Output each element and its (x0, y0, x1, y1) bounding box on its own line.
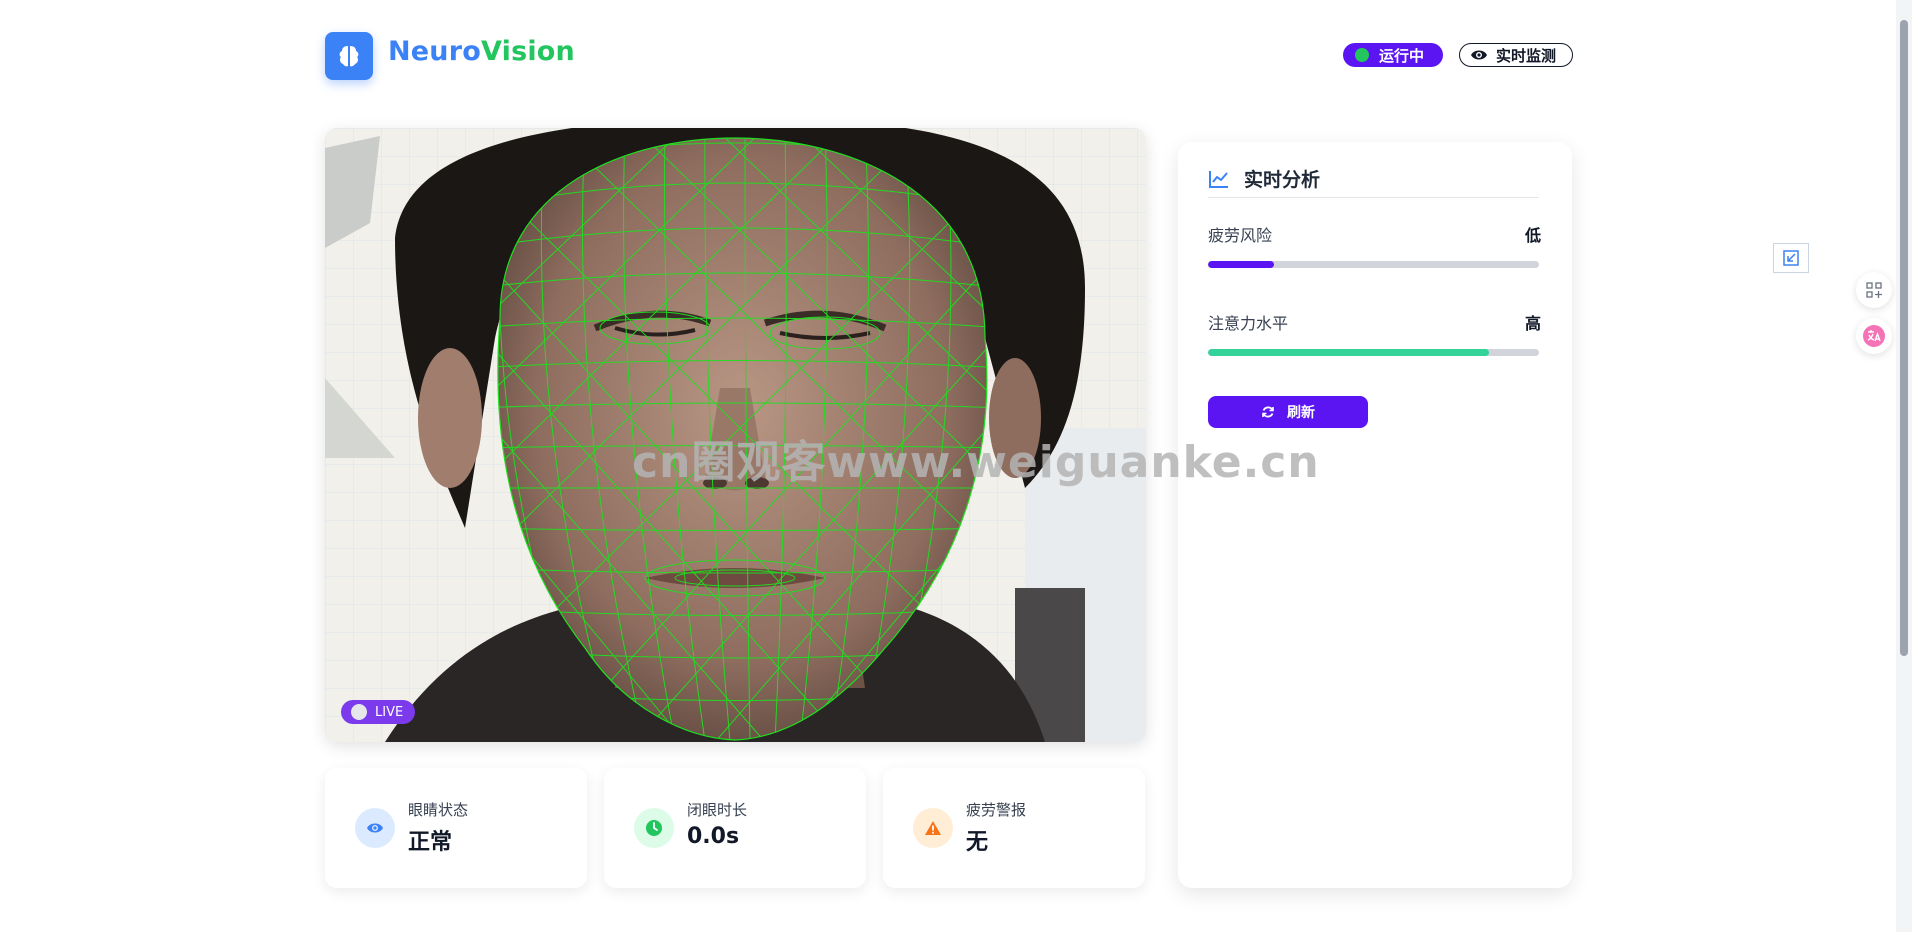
fatigue-risk-label: 疲劳风险 (1208, 226, 1273, 245)
status-running-label: 运行中 (1379, 46, 1425, 65)
realtime-monitor-button[interactable]: 实时监测 (1459, 43, 1573, 67)
brain-icon (325, 32, 373, 80)
video-frame (325, 128, 1146, 742)
brand-part-1: Neuro (388, 36, 481, 67)
stat-label: 疲劳警报 (966, 801, 1027, 819)
stat-label: 闭眼时长 (687, 801, 748, 819)
fatigue-risk-value: 低 (1524, 226, 1541, 245)
panel-title-text: 实时分析 (1244, 169, 1321, 191)
apps-grid-icon[interactable] (1856, 272, 1892, 308)
translate-icon[interactable] (1856, 318, 1892, 354)
refresh-label: 刷新 (1287, 405, 1315, 421)
page: NeuroVision 运行中 实时监测 LIVE 眼睛状态 正常 闭眼时长 0… (0, 0, 1912, 932)
screenshot-tool-button[interactable] (1773, 243, 1809, 273)
brand-part-2: Vision (481, 36, 575, 67)
realtime-analysis-panel: 实时分析 疲劳风险 低 注意力水平 高 刷新 (1178, 142, 1572, 888)
fatigue-risk-bar (1208, 261, 1539, 268)
line-chart-icon (1209, 170, 1228, 188)
attention-level-value: 高 (1524, 314, 1541, 333)
live-badge: LIVE (341, 700, 415, 724)
stat-card-eye-closed-duration: 闭眼时长 0.0s (604, 768, 866, 888)
record-dot-icon (351, 704, 367, 720)
stat-label: 眼睛状态 (408, 801, 469, 819)
warning-icon (913, 808, 953, 848)
refresh-icon (1262, 406, 1274, 418)
eye-icon (1471, 50, 1487, 60)
attention-level-fill (1208, 349, 1490, 356)
stat-value: 0.0s (687, 824, 740, 849)
brand-name: NeuroVision (388, 36, 575, 67)
status-dot-icon (1355, 48, 1369, 62)
shrink-icon (1783, 250, 1799, 266)
attention-level-label: 注意力水平 (1208, 314, 1289, 333)
status-running-badge: 运行中 (1343, 43, 1443, 67)
scrollbar-thumb[interactable] (1900, 20, 1908, 656)
panel-title: 实时分析 (1208, 160, 1539, 198)
stat-card-fatigue-alert: 疲劳警报 无 (883, 768, 1145, 888)
refresh-button[interactable]: 刷新 (1208, 396, 1368, 428)
fatigue-risk-fill (1208, 261, 1275, 268)
camera-video-feed: LIVE (325, 128, 1146, 742)
monitor-label: 实时监测 (1496, 46, 1557, 65)
stat-value: 正常 (408, 830, 453, 855)
attention-level-bar (1208, 349, 1539, 356)
eye-icon (355, 808, 395, 848)
live-label: LIVE (375, 704, 404, 720)
stat-value: 无 (966, 830, 989, 855)
clock-icon (634, 808, 674, 848)
stat-card-eye-state: 眼睛状态 正常 (325, 768, 587, 888)
